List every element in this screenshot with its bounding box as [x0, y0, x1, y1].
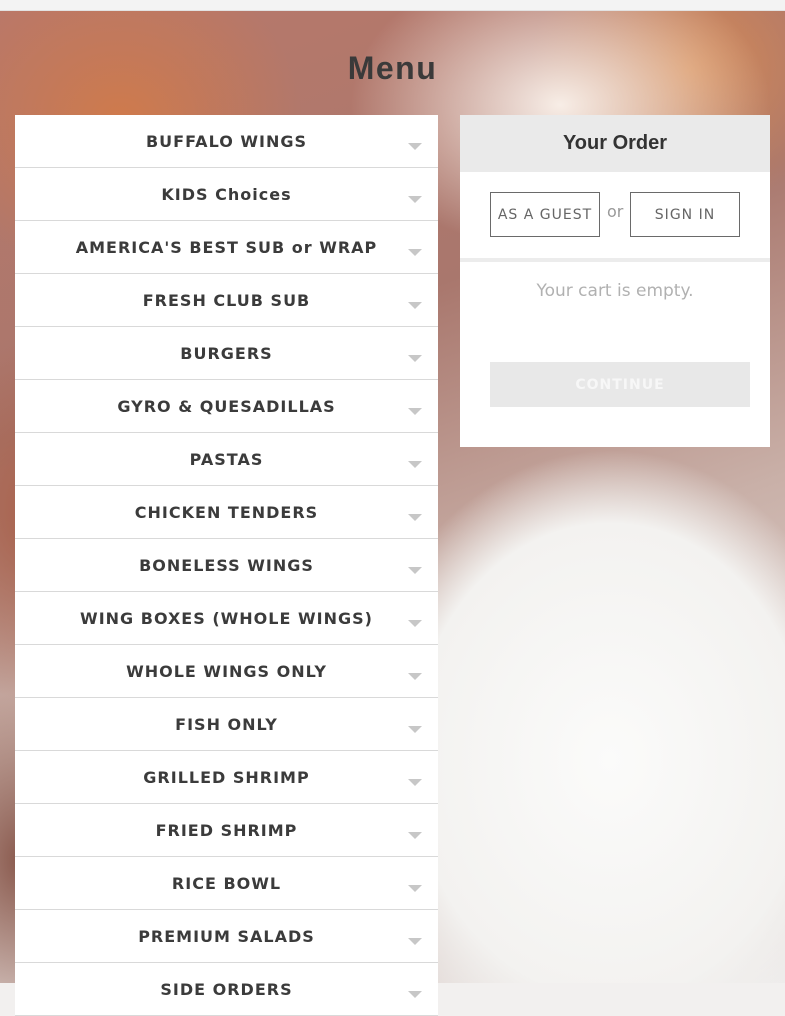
menu-item-rice-bowl[interactable]: RICE BOWL: [15, 857, 438, 910]
menu-item-label: GYRO & QUESADILLAS: [117, 396, 336, 416]
cart-empty-message: Your cart is empty.: [536, 281, 694, 301]
menu-item-chicken-tenders[interactable]: CHICKEN TENDERS: [15, 486, 438, 539]
chevron-down-icon: [408, 620, 422, 627]
or-separator: or: [607, 202, 624, 221]
chevron-down-icon: [408, 355, 422, 362]
chevron-down-icon: [408, 567, 422, 574]
menu-item-label: WHOLE WINGS ONLY: [126, 661, 327, 681]
chevron-down-icon: [408, 779, 422, 786]
chevron-down-icon: [408, 938, 422, 945]
menu-item-label: SIDE ORDERS: [160, 979, 293, 999]
chevron-down-icon: [408, 196, 422, 203]
chevron-down-icon: [408, 249, 422, 256]
menu-item-buffalo-wings[interactable]: BUFFALO WINGS: [15, 115, 438, 168]
menu-item-boneless-wings[interactable]: BONELESS WINGS: [15, 539, 438, 592]
chevron-down-icon: [408, 143, 422, 150]
menu-item-label: PASTAS: [189, 449, 264, 469]
page-title: Menu: [347, 50, 438, 86]
menu-item-label: FISH ONLY: [175, 714, 278, 734]
chevron-down-icon: [408, 885, 422, 892]
menu-item-label: WING BOXES (WHOLE WINGS): [80, 608, 373, 628]
menu-item-gyro-quesadillas[interactable]: GYRO & QUESADILLAS: [15, 380, 438, 433]
menu-item-pastas[interactable]: PASTAS: [15, 433, 438, 486]
menu-item-premium-salads[interactable]: PREMIUM SALADS: [15, 910, 438, 963]
menu-item-fresh-club-sub[interactable]: FRESH CLUB SUB: [15, 274, 438, 327]
menu-item-side-orders[interactable]: SIDE ORDERS: [15, 963, 438, 1016]
menu-item-fish-only[interactable]: FISH ONLY: [15, 698, 438, 751]
menu-item-grilled-shrimp[interactable]: GRILLED SHRIMP: [15, 751, 438, 804]
sign-in-button[interactable]: SIGN IN: [630, 192, 740, 237]
order-title: Your Order: [460, 115, 770, 172]
chevron-down-icon: [408, 991, 422, 998]
guest-checkout-button[interactable]: AS A GUEST: [490, 192, 600, 237]
menu-item-label: GRILLED SHRIMP: [143, 767, 310, 787]
menu-item-wing-boxes[interactable]: WING BOXES (WHOLE WINGS): [15, 592, 438, 645]
top-header-strip: [0, 0, 785, 11]
chevron-down-icon: [408, 514, 422, 521]
menu-item-label: CHICKEN TENDERS: [134, 502, 319, 522]
menu-item-label: BUFFALO WINGS: [145, 131, 308, 151]
menu-item-label: RICE BOWL: [171, 873, 282, 893]
menu-item-label: FRIED SHRIMP: [155, 820, 298, 840]
chevron-down-icon: [408, 673, 422, 680]
menu-item-label: KIDS Choices: [161, 184, 292, 204]
chevron-down-icon: [408, 302, 422, 309]
menu-item-kids-choices[interactable]: KIDS Choices: [15, 168, 438, 221]
chevron-down-icon: [408, 408, 422, 415]
continue-button[interactable]: CONTINUE: [490, 362, 750, 407]
chevron-down-icon: [408, 461, 422, 468]
menu-category-list: BUFFALO WINGS KIDS Choices AMERICA'S BES…: [15, 115, 438, 1016]
order-panel: Your Order AS A GUEST or SIGN IN Your ca…: [460, 115, 770, 447]
chevron-down-icon: [408, 832, 422, 839]
menu-item-label: PREMIUM SALADS: [138, 926, 315, 946]
checkout-options: AS A GUEST or SIGN IN: [490, 192, 740, 237]
menu-item-burgers[interactable]: BURGERS: [15, 327, 438, 380]
menu-item-label: AMERICA'S BEST SUB or WRAP: [75, 237, 378, 257]
menu-item-label: FRESH CLUB SUB: [142, 290, 311, 310]
menu-item-whole-wings-only[interactable]: WHOLE WINGS ONLY: [15, 645, 438, 698]
menu-item-americas-best-sub[interactable]: AMERICA'S BEST SUB or WRAP: [15, 221, 438, 274]
menu-item-fried-shrimp[interactable]: FRIED SHRIMP: [15, 804, 438, 857]
menu-item-label: BONELESS WINGS: [139, 555, 314, 575]
menu-item-label: BURGERS: [180, 343, 273, 363]
order-divider: [460, 258, 770, 262]
chevron-down-icon: [408, 726, 422, 733]
